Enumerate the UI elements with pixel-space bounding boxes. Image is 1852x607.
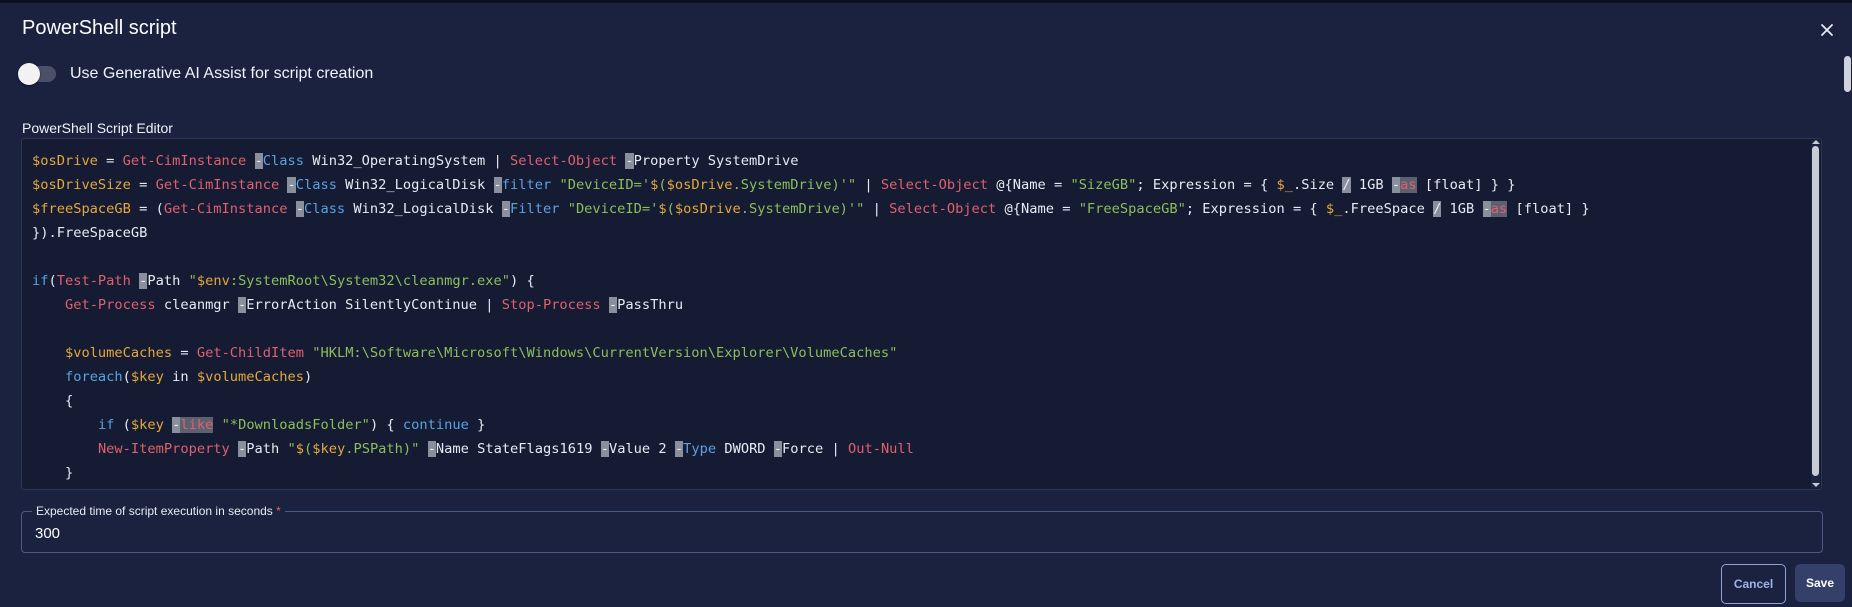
ai-assist-toggle[interactable] xyxy=(18,63,56,85)
ai-assist-toggle-row: Use Generative AI Assist for script crea… xyxy=(18,63,374,85)
top-border xyxy=(0,0,1852,3)
code-line[interactable]: $osDrive = Get-CimInstance -Class Win32_… xyxy=(32,149,1797,173)
code-line[interactable] xyxy=(32,317,1797,341)
code-line[interactable]: Get-Process cleanmgr -ErrorAction Silent… xyxy=(32,293,1797,317)
execution-time-field[interactable]: Expected time of script execution in sec… xyxy=(21,504,1823,553)
code-line[interactable]: if ($key -like "*DownloadsFolder") { con… xyxy=(32,413,1797,437)
code-line[interactable]: $volumeCaches = Get-ChildItem "HKLM:\Sof… xyxy=(32,341,1797,365)
dialog-title: PowerShell script xyxy=(22,17,177,39)
code-line[interactable]: }).FreeSpaceGB xyxy=(32,221,1797,245)
execution-time-input[interactable]: 300 xyxy=(35,525,60,542)
save-button[interactable]: Save xyxy=(1795,564,1845,602)
script-editor[interactable]: $osDrive = Get-CimInstance -Class Win32_… xyxy=(21,138,1822,490)
ai-assist-label: Use Generative AI Assist for script crea… xyxy=(70,65,374,82)
cancel-button[interactable]: Cancel xyxy=(1721,564,1786,604)
scroll-up-arrow-icon[interactable] xyxy=(1812,140,1820,144)
dialog-scroll-thumb[interactable] xyxy=(1844,56,1851,92)
toggle-knob xyxy=(18,63,40,85)
code-area[interactable]: $osDrive = Get-CimInstance -Class Win32_… xyxy=(32,149,1797,485)
execution-time-label-text: Expected time of script execution in sec… xyxy=(36,504,273,518)
code-line[interactable]: foreach($key in $volumeCaches) xyxy=(32,365,1797,389)
code-line[interactable]: $osDriveSize = Get-CimInstance -Class Wi… xyxy=(32,173,1797,197)
code-line[interactable]: New-ItemProperty -Path "$($key.PSPath)" … xyxy=(32,437,1797,461)
execution-time-label: Expected time of script execution in sec… xyxy=(32,504,285,518)
required-mark: * xyxy=(276,504,281,518)
editor-scroll-thumb[interactable] xyxy=(1812,146,1819,476)
editor-scrollbar[interactable] xyxy=(1811,140,1820,488)
code-line[interactable] xyxy=(32,245,1797,269)
code-line[interactable]: $freeSpaceGB = (Get-CimInstance -Class W… xyxy=(32,197,1797,221)
close-icon[interactable] xyxy=(1817,20,1837,40)
code-line[interactable]: if(Test-Path -Path "$env:SystemRoot\Syst… xyxy=(32,269,1797,293)
editor-label: PowerShell Script Editor xyxy=(22,120,173,136)
code-line[interactable]: } xyxy=(32,461,1797,485)
code-line[interactable]: { xyxy=(32,389,1797,413)
scroll-down-arrow-icon[interactable] xyxy=(1812,483,1820,487)
dialog-scrollbar[interactable] xyxy=(1843,16,1852,596)
